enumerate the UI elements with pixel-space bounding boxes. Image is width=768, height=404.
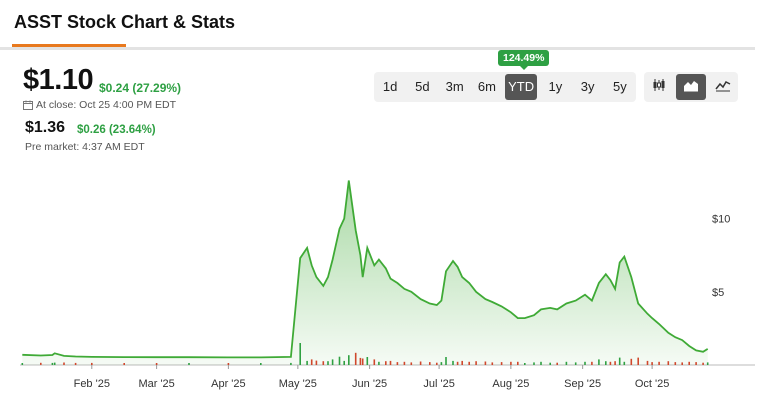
candlestick-icon (652, 78, 666, 97)
x-tick-label: May '25 (279, 378, 317, 390)
x-tick-label: Jul '25 (423, 378, 454, 390)
close-time-label: At close: Oct 25 4:00 PM EDT (36, 99, 177, 111)
range-6m-button[interactable]: 6m (471, 74, 503, 100)
x-tick-label: Feb '25 (74, 378, 110, 390)
chart-type-selector (644, 72, 738, 102)
x-tick-label: Oct '25 (635, 378, 670, 390)
range-5d-button[interactable]: 5d (406, 74, 438, 100)
price-chart-svg: $10 $5 Feb '25 Mar '25 Apr '25 May '25 Jun '2… (20, 180, 755, 390)
candlestick-chart-button[interactable] (644, 74, 674, 100)
price-area (22, 180, 708, 365)
range-3y-button[interactable]: 3y (572, 74, 604, 100)
ytd-return-badge: 124.49% (498, 50, 550, 70)
x-tick-label: Aug '25 (492, 378, 529, 390)
x-tick-label: Mar '25 (138, 378, 174, 390)
range-3m-button[interactable]: 3m (439, 74, 471, 100)
page-title: ASST Stock Chart & Stats (14, 12, 236, 32)
area-chart-button[interactable] (676, 74, 706, 100)
price-chart[interactable]: $10 $5 Feb '25 Mar '25 Apr '25 May '25 Jun '2… (0, 150, 768, 404)
premarket-change: $0.26 (23.64%) (77, 124, 156, 136)
line-chart-button[interactable] (708, 74, 738, 100)
y-tick-label: $5 (712, 287, 724, 299)
range-selector: 1d 5d 3m 6m YTD 1y 3y 5y (374, 72, 636, 102)
y-tick-label: $10 (712, 214, 730, 226)
current-price: $1.10 (23, 64, 94, 96)
range-1y-button[interactable]: 1y (539, 74, 571, 100)
price-change: $0.24 (27.29%) (99, 81, 182, 95)
range-ytd-button[interactable]: YTD (505, 74, 538, 100)
premarket-price: $1.36 (25, 119, 66, 136)
header-accent-underline (12, 44, 126, 47)
line-chart-icon (715, 78, 731, 97)
x-tick-label: Sep '25 (564, 378, 601, 390)
range-5y-button[interactable]: 5y (604, 74, 636, 100)
area-chart-icon (683, 78, 699, 97)
page-header: ASST Stock Chart & Stats (0, 0, 755, 50)
x-tick-label: Jun '25 (352, 378, 387, 390)
close-time: At close: Oct 25 4:00 PM EDT (23, 99, 176, 111)
calendar-icon (23, 100, 33, 110)
x-tick-label: Apr '25 (211, 378, 246, 390)
range-1d-button[interactable]: 1d (374, 74, 406, 100)
